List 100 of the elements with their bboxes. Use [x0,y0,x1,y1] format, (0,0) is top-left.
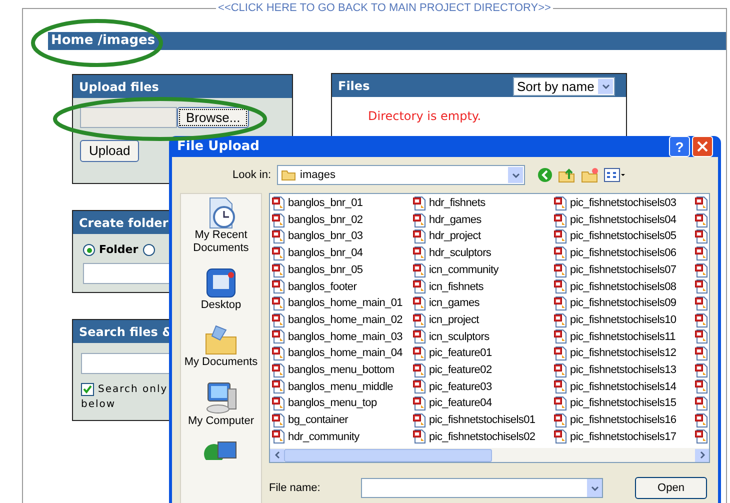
file-item[interactable]: banglos_bnr_05 [272,262,413,278]
image-file-icon [413,229,427,244]
file-name-label: File name: [269,480,322,496]
view-menu-icon[interactable] [604,168,626,182]
image-file-icon [272,296,286,311]
file-item[interactable]: banglos_bnr_04 [272,245,413,262]
file-item[interactable]: pic_fishnetstochisels07 [554,262,695,278]
computer-icon [204,381,238,415]
image-file-icon [272,312,286,328]
file-item[interactable]: pic_fishnetstochisels02 [413,428,554,446]
radio-label: Folder [99,242,138,258]
file-item[interactable]: pic_fishnetstochisels03 [554,195,695,212]
file-item[interactable]: pic_fishnetstochisels05 [554,228,695,246]
file-item[interactable]: pic_fishnetstochisels01 [413,412,554,429]
file-item[interactable]: pic_fishnetstochisels08 [554,278,695,296]
radio-button[interactable] [143,244,156,256]
folder-icon [281,169,296,181]
image-file-icon [413,212,427,228]
scroll-thumb[interactable] [284,448,492,462]
radio-button[interactable] [83,244,95,256]
file-item[interactable]: hdr_sculptors [413,245,554,262]
file-name-field[interactable] [361,478,603,498]
file-item[interactable]: pic_fishnetstochisels12 [554,345,695,362]
place-label[interactable]: My Documents [182,356,260,369]
help-button[interactable]: ? [669,136,690,157]
file-item[interactable]: pic_fishnetstochisels16 [554,412,695,429]
file-item[interactable]: pic_fishnetstochisels17 [554,428,695,446]
file-item[interactable]: icn_community [413,262,554,278]
look-in-select[interactable]: images [277,165,525,185]
file-item[interactable]: icn_fishnets [413,278,554,296]
file-item[interactable]: pic_fishnetstochisels06 [554,245,695,262]
image-file-icon [554,329,568,344]
file-item[interactable]: pic_fishnetstochisels09 [554,295,695,312]
place-label[interactable]: My Recent Documents [182,229,260,255]
horizontal-scrollbar[interactable] [270,448,709,462]
image-file-icon [413,296,427,311]
scroll-right-icon[interactable] [695,448,709,462]
file-item[interactable]: banglos_home_main_03 [272,328,413,346]
empty-message: Directory is empty. [368,108,482,125]
file-item[interactable]: banglos_home_main_02 [272,312,413,328]
image-file-icon [413,346,427,362]
image-file-icon [272,212,286,228]
image-file-icon [413,396,427,412]
image-file-icon [272,196,286,211]
image-file-icon [554,362,568,378]
file-item[interactable]: banglos_menu_bottom [272,362,413,379]
file-item[interactable]: icn_games [413,295,554,312]
file-item[interactable]: pic_feature01 [413,345,554,362]
file-item[interactable]: banglos_bnr_01 [272,195,413,212]
file-item[interactable]: icn_sculptors [413,328,554,346]
panel-title: Create folder [79,214,168,232]
place-label[interactable]: Desktop [182,299,260,312]
file-item[interactable]: hdr_games [413,212,554,228]
file-item[interactable]: hdr_project [413,228,554,246]
image-file-icon [413,279,427,294]
image-file-icon [413,196,427,211]
image-file-icon [554,229,568,244]
file-item[interactable]: pic_fishnetstochisels14 [554,378,695,396]
image-file-icon [554,346,568,362]
file-item[interactable]: hdr_fishnets [413,195,554,212]
checkbox-label-continued: below [81,398,117,412]
desktop-icon [205,267,237,299]
file-item[interactable]: pic_feature04 [413,395,554,412]
file-item[interactable]: banglos_bnr_03 [272,228,413,246]
file-item[interactable]: icn_project [413,312,554,328]
file-item[interactable]: banglos_footer [272,278,413,296]
file-path-field[interactable] [80,107,177,128]
file-item[interactable]: bg_container [272,412,413,429]
file-item[interactable]: pic_fishnetstochisels13 [554,362,695,379]
file-item[interactable]: pic_fishnetstochisels11 [554,328,695,346]
breadcrumb: Home /images [51,32,156,50]
image-file-icon [272,329,286,344]
place-label[interactable]: My Computer [182,415,260,428]
image-file-icon [554,379,568,394]
file-item[interactable]: pic_fishnetstochisels04 [554,212,695,228]
file-item[interactable]: banglos_home_main_04 [272,345,413,362]
image-file-icon [272,429,286,444]
file-item[interactable]: pic_feature02 [413,362,554,379]
file-item[interactable]: banglos_menu_middle [272,378,413,396]
upload-button[interactable]: Upload [80,140,140,162]
image-file-icon [272,396,286,412]
close-button[interactable] [692,136,713,157]
file-item[interactable]: banglos_home_main_01 [272,295,413,312]
file-item[interactable]: banglos_bnr_02 [272,212,413,228]
file-item[interactable]: banglos_menu_top [272,395,413,412]
checkbox[interactable] [81,383,94,396]
image-file-icon [554,396,568,412]
open-button[interactable]: Open [635,477,707,499]
file-item[interactable]: hdr_community [272,428,413,446]
browse-button[interactable]: Browse... [177,107,250,128]
image-file-icon [413,429,427,444]
image-file-icon [554,212,568,228]
file-item[interactable]: pic_fishnetstochisels15 [554,395,695,412]
scroll-left-icon[interactable] [270,448,284,462]
sort-select[interactable]: Sort by name [513,77,616,96]
back-icon[interactable] [537,167,553,183]
back-link[interactable]: <<CLICK HERE TO GO BACK TO MAIN PROJECT DIRECTORY>> [216,2,553,14]
file-item[interactable]: pic_fishnetstochisels10 [554,312,695,328]
up-folder-icon[interactable] [558,167,576,183]
file-item[interactable]: pic_feature03 [413,378,554,396]
